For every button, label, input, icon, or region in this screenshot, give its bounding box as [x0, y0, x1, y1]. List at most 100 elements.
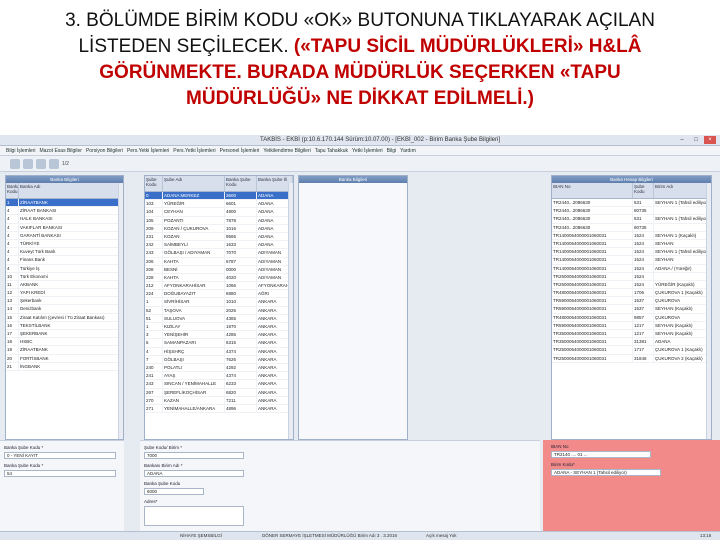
account-row[interactable]: TR1400064000001060031 1524 SEYHAN: [552, 256, 711, 265]
address-field[interactable]: [144, 506, 244, 526]
account-row[interactable]: TR3500064000001060031 31381 ADANA: [552, 338, 711, 347]
unit-row[interactable]: 51 SULUOVA 4365 ANKARA: [145, 314, 293, 323]
account-col-branch[interactable]: Şube Kodu: [633, 183, 654, 198]
status-messages[interactable]: Açık mesaj Yok: [426, 533, 457, 538]
menu-item[interactable]: Bilgi İşlemleri: [6, 146, 35, 155]
last-record-icon[interactable]: [49, 159, 59, 169]
unit-row[interactable]: 206 KAHTA 6787 ADIYAMAN: [145, 257, 293, 266]
menu-item[interactable]: Mazot Esas Bilgiler: [39, 146, 82, 155]
bank-row[interactable]: 10 Türk Ekonomi: [6, 272, 123, 281]
unit-row[interactable]: 224 DOĞUBAYAZIT 6880 AĞRI: [145, 290, 293, 299]
unit-bank-code-field[interactable]: 6000: [144, 488, 204, 495]
unit-row[interactable]: 212AFYONKARAHİSAR1066AFYONKARAHİSAR: [145, 282, 293, 291]
bank-col-code[interactable]: Banka Kodu: [6, 183, 19, 198]
unit-row[interactable]: 242 SAİMBEYLİ 1633 ADANA: [145, 241, 293, 250]
bank-row[interactable]: 4 Türkiye İş: [6, 264, 123, 273]
bank-row[interactable]: 18 HSBC: [6, 338, 123, 347]
unit-row[interactable]: 267 ŞEREFLİKOÇHİSAR 6820 ANKARA: [145, 388, 293, 397]
unit-row[interactable]: 243 SINCAN / YENİMAHALLE 6233 ANKARA: [145, 380, 293, 389]
menu-item[interactable]: Bilgi: [387, 146, 396, 155]
bank-row[interactable]: 12 YAPI KREDİ: [6, 289, 123, 298]
account-row[interactable]: TR4800064000001060031 9857 ÇUKUROVA: [552, 313, 711, 322]
unit-row[interactable]: 4 HİŞSHRÇ 4374 ANKARA: [145, 347, 293, 356]
bank-row[interactable]: 19 ZİRAATBANK: [6, 346, 123, 355]
bank-row[interactable]: 13 Şekerbank: [6, 297, 123, 306]
account-row[interactable]: TR4800064000001060031 1706 ÇUKUROVA 1 (Kaç…: [552, 289, 711, 298]
menu-item[interactable]: Pers.Yetki İşlemleri: [173, 146, 215, 155]
account-row[interactable]: TR5900064000001060031 1537 SEYHAN (Kaçaklı…: [552, 305, 711, 314]
unit-row[interactable]: 240 POLATLI 4292 ANKARA: [145, 363, 293, 373]
menu-item[interactable]: Tapu Tahakkuk: [315, 146, 348, 155]
account-col-iban[interactable]: IBAN No: [552, 183, 633, 198]
menu-item[interactable]: Personel İşlemleri: [220, 146, 260, 155]
maximize-icon[interactable]: □: [690, 136, 702, 144]
bank-row[interactable]: 20 FORTİSBANK: [6, 354, 123, 363]
account-row[interactable]: TR2500064000001060031 31846 ÇUKUROVA 2 (Ka…: [552, 354, 711, 363]
unit-col-bank-code[interactable]: Banka Şube Kodu: [225, 176, 257, 191]
next-record-icon[interactable]: [36, 159, 46, 169]
account-row[interactable]: TR2440...2086630 531 SEYHAN 1 (Tahsil edil…: [552, 199, 711, 208]
menu-item[interactable]: Yetkilendirme Bilgileri: [263, 146, 310, 155]
bank-row[interactable]: 1 ZİRAATBANK: [6, 199, 123, 208]
bank-row[interactable]: 4 Finans Bank: [6, 256, 123, 265]
bank-row[interactable]: 4 VAKIFLAR BANKASI: [6, 223, 123, 232]
bank-row[interactable]: 17 ŞEKERBANK: [6, 330, 123, 339]
account-row[interactable]: TR1400064000001060031 1524 ADANA / (Yüreği…: [552, 264, 711, 273]
unit-row[interactable]: 271 YENİMAHALLE/ANKARA 4896 ANKARA: [145, 404, 293, 414]
account-row[interactable]: TR1400064000001060031 1524 SEYHAN 1 (Tahsi…: [552, 248, 711, 257]
unit-row[interactable]: 6 SAMANPAZARI 6315 ANKARA: [145, 339, 293, 348]
account-row[interactable]: TR2500064000001060031 1717 ÇUKUROVA 1 (Kaç…: [552, 346, 711, 355]
account-row[interactable]: TR2500064000001060031 1524: [552, 272, 711, 281]
account-scrollbar[interactable]: [706, 183, 711, 439]
bank-row[interactable]: 4 ZİRAAT BANKASI: [6, 207, 123, 216]
menu-item[interactable]: Pers.Yetki İşlemleri: [127, 146, 169, 155]
unit-scrollbar[interactable]: [288, 183, 293, 439]
unit-col-name[interactable]: Şube Adı: [163, 176, 225, 191]
bank-row[interactable]: 14 Denizbank: [6, 305, 123, 314]
close-icon[interactable]: ×: [704, 136, 716, 144]
unit-code-select[interactable]: ADANA - SEYHAN 1 (Tahsil ediliyor): [551, 469, 661, 476]
minimize-icon[interactable]: –: [676, 136, 688, 144]
bank-row[interactable]: 16 TEKSTİLBANK: [6, 321, 123, 330]
unit-code-field[interactable]: 7000: [144, 452, 244, 459]
bank-row[interactable]: 4 GARANTİ BANKASI: [6, 231, 123, 240]
bank-row[interactable]: 21 İNGBANK: [6, 362, 123, 371]
unit-row[interactable]: 1 KIZILAY 1970 ANKARA: [145, 323, 293, 332]
bank-scrollbar[interactable]: [118, 183, 123, 439]
account-row[interactable]: TR2440...2086630 531 SEYHAN 1 (Tahsil edil…: [552, 215, 711, 224]
iban-field[interactable]: TR2140 .... 01 ...: [551, 451, 651, 458]
unit-row[interactable]: 7 GÖLBAŞI 7626 ANKARA: [145, 355, 293, 364]
unit-row[interactable]: 228 KAHTA 4020 ADIYAMAN: [145, 273, 293, 283]
unit-row[interactable]: 209 KOZAN / ÇUKUROVA 1016 ADANA: [145, 224, 293, 233]
unit-col-code[interactable]: Şube Kodu: [145, 176, 163, 191]
bank-row[interactable]: 4 Kuveyt Türk Bank: [6, 248, 123, 257]
bank-col-name[interactable]: Banka Adı: [19, 183, 123, 198]
bank-code-field[interactable]: 54: [4, 470, 116, 477]
unit-name-field[interactable]: ADANA: [144, 470, 244, 477]
unit-row[interactable]: 231 KOZAN 9565 ADANA: [145, 232, 293, 242]
bank-row[interactable]: 4 TÜRKİYE: [6, 239, 123, 249]
unit-row[interactable]: 1 SİVRİHİSAR 1010 ANKARA: [145, 298, 293, 307]
account-row[interactable]: TR3500064000001060031 1217 SEYHAN (Kaçaklı…: [552, 330, 711, 339]
account-col-unit[interactable]: Birim Adı: [654, 183, 711, 198]
account-row[interactable]: TR1400064000001060031 1524 SEYHAN 1 (Kaçak…: [552, 231, 711, 240]
unit-row[interactable]: 270 KAZAN 7211 ANKARA: [145, 396, 293, 405]
menu-item[interactable]: Yardım: [400, 146, 416, 155]
unit-row[interactable]: 3 YENİŞEHİR 4286 ANKARA: [145, 331, 293, 340]
bank-branch-field[interactable]: 0 - YENİ KAYIT: [4, 452, 116, 459]
prev-record-icon[interactable]: [23, 159, 33, 169]
account-row[interactable]: TR2500064000001060031 1524 YÜREĞİR (Kaçakl…: [552, 280, 711, 290]
unit-row[interactable]: 52 TAŞOVA 2026 ANKARA: [145, 306, 293, 315]
unit-row[interactable]: 0 ADANA MERKEZ 3600 ADANA: [145, 192, 293, 201]
first-record-icon[interactable]: [10, 159, 20, 169]
account-row[interactable]: TR2440...2086630 80735: [552, 207, 711, 216]
unit-row[interactable]: 103 YÜREĞİR 6601 ADANA: [145, 200, 293, 209]
unit-row[interactable]: 208 BESNİ 0000 ADIYAMAN: [145, 265, 293, 274]
bank-row[interactable]: 15 Ziraat Katılım (çevresi / Tü Ziraat Ba…: [6, 313, 123, 322]
unit-row[interactable]: 104 CEYHAN 4800 ADANA: [145, 208, 293, 217]
menu-item[interactable]: Yetki İşlemleri: [352, 146, 383, 155]
bank-row[interactable]: 4 HALK BANKASI: [6, 215, 123, 224]
unit-row[interactable]: 241 AYAŞ 4374 ANKARA: [145, 372, 293, 381]
account-row[interactable]: TR2440...2086630 80735: [552, 223, 711, 232]
menu-item[interactable]: Porsiyon Bilgileri: [86, 146, 123, 155]
